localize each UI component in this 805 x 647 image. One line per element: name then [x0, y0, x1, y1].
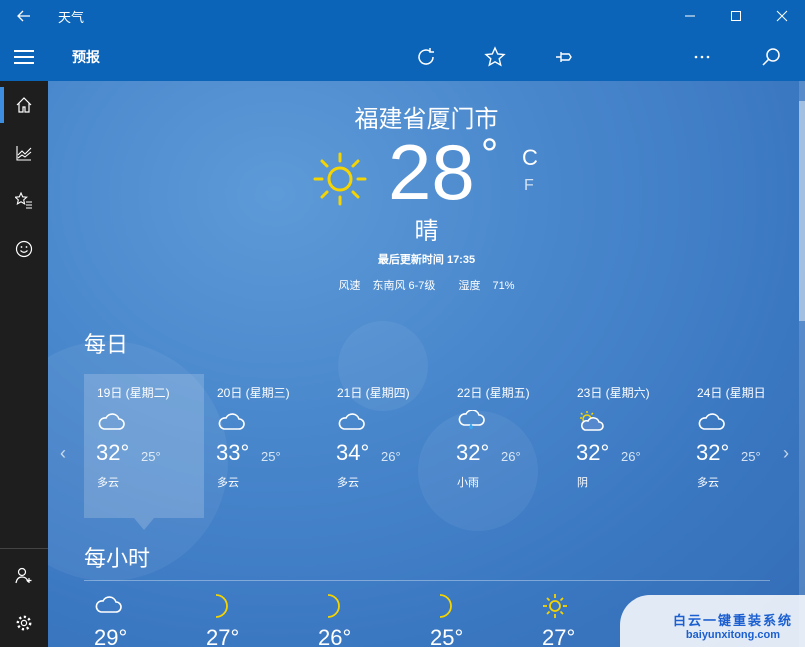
day-low-temp: 26° — [501, 449, 521, 464]
daily-title: 每日 — [84, 332, 129, 357]
favorites-icon — [15, 192, 32, 209]
sidebar-item-account[interactable] — [0, 551, 48, 599]
daily-card[interactable]: 20日 (星期三) 33° 25° 多云 — [204, 374, 324, 518]
day-high-temp: 34° — [336, 440, 370, 465]
unit-celsius[interactable]: C — [522, 145, 538, 171]
maximize-button[interactable] — [713, 0, 759, 32]
day-low-temp: 26° — [381, 449, 401, 464]
day-date: 19日 (星期二) — [97, 386, 170, 400]
humidity-label: 湿度 — [458, 280, 481, 292]
cloudy-icon — [97, 410, 125, 437]
more-icon[interactable] — [667, 32, 736, 81]
day-low-temp: 25° — [261, 449, 281, 464]
day-condition: 多云 — [97, 477, 119, 489]
divider — [84, 580, 770, 581]
day-condition: 多云 — [217, 477, 239, 489]
hour-temp: 29° — [94, 625, 128, 647]
current-condition: 晴 — [414, 218, 439, 245]
day-high-temp: 32° — [576, 440, 610, 465]
scrollbar[interactable] — [799, 81, 805, 647]
day-low-temp: 26° — [621, 449, 641, 464]
title-bar: 天气 — [0, 0, 805, 32]
watermark: 白云一键重装系统 baiyunxitong.com — [673, 610, 793, 641]
prev-arrow-icon[interactable]: ‹ — [60, 443, 66, 464]
moon-icon — [206, 593, 234, 624]
last-updated: 最后更新时间 17:35 — [377, 254, 476, 266]
daily-card[interactable]: 19日 (星期二) 32° 25° 多云 — [84, 374, 204, 530]
moon-icon — [430, 593, 458, 624]
smiley-icon — [15, 240, 33, 258]
close-button[interactable] — [759, 0, 805, 32]
back-arrow-icon[interactable] — [0, 0, 48, 32]
day-date: 24日 (星期日 — [697, 386, 766, 400]
hamburger-menu-icon[interactable] — [0, 32, 48, 81]
watermark-url: baiyunxitong.com — [685, 629, 781, 641]
day-high-temp: 32° — [96, 440, 130, 465]
sidebar-item-home[interactable] — [0, 81, 48, 129]
hour-temp: 27° — [206, 625, 240, 647]
settings-icon — [16, 615, 32, 631]
day-date: 22日 (星期五) — [457, 386, 530, 400]
day-low-temp: 25° — [141, 449, 161, 464]
day-condition: 小雨 — [457, 477, 479, 489]
day-condition: 多云 — [337, 477, 359, 489]
sidebar-item-favorites[interactable] — [0, 177, 48, 225]
watermark-text: 白云一键重装系统 — [672, 613, 793, 628]
hour-temp: 26° — [318, 625, 352, 647]
day-condition: 多云 — [697, 477, 719, 489]
sidebar-item-lifestyle[interactable] — [0, 225, 48, 273]
sidebar-item-chart[interactable] — [0, 129, 48, 177]
add-user-icon — [15, 567, 32, 584]
hourly-title: 每小时 — [84, 546, 151, 571]
day-high-temp: 33° — [216, 440, 250, 465]
star-icon[interactable] — [460, 32, 529, 81]
search-icon[interactable] — [736, 32, 805, 81]
daily-card[interactable]: 24日 (星期日 32° 25° 多云 — [684, 374, 804, 518]
unit-fahrenheit[interactable]: F — [524, 177, 534, 195]
minimize-button[interactable] — [667, 0, 713, 32]
chart-icon — [16, 146, 32, 161]
sidebar — [0, 81, 48, 647]
day-date: 21日 (星期四) — [337, 386, 410, 400]
wind-label: 风速 — [338, 280, 361, 292]
day-low-temp: 25° — [741, 449, 761, 464]
day-high-temp: 32° — [696, 440, 730, 465]
page-title: 预报 — [72, 48, 100, 65]
app-bar: 预报 — [0, 32, 805, 81]
day-date: 23日 (星期六) — [577, 386, 650, 400]
cloudy-icon — [217, 410, 245, 437]
current-temperature: 28 ° — [388, 128, 499, 216]
day-condition: 阴 — [577, 477, 588, 489]
sun-icon — [542, 593, 570, 624]
hour-temp: 27° — [542, 625, 576, 647]
window-title: 天气 — [58, 9, 85, 25]
main-content: 福建省厦门市 28 ° C F 晴 最后更新时间 17:35 风速 东南风 6-7级… — [48, 81, 805, 647]
sun-icon — [312, 151, 368, 212]
weather-details: 风速 东南风 6-7级 湿度 71% — [48, 277, 805, 293]
daily-card[interactable]: 23日 (星期六) 32° 26° 阴 — [564, 374, 684, 518]
light-rain-icon — [457, 409, 485, 437]
overcast-icon — [577, 410, 605, 437]
day-high-temp: 32° — [456, 440, 490, 465]
moon-icon[interactable] — [598, 32, 667, 81]
pin-icon[interactable] — [529, 32, 598, 81]
moon-icon — [318, 593, 346, 624]
cloudy-icon — [697, 410, 725, 437]
daily-card[interactable]: 22日 (星期五) 32° 26° 小雨 — [444, 374, 564, 518]
sidebar-item-settings[interactable] — [0, 599, 48, 647]
cloudy-icon — [94, 593, 122, 620]
daily-card[interactable]: 21日 (星期四) 34° 26° 多云 — [324, 374, 444, 518]
humidity-value: 71% — [492, 280, 515, 292]
wind-value: 东南风 6-7级 — [372, 280, 436, 292]
day-date: 20日 (星期三) — [217, 386, 290, 400]
refresh-icon[interactable] — [391, 32, 460, 81]
home-icon — [16, 97, 32, 113]
hour-temp: 25° — [430, 625, 464, 647]
cloudy-icon — [337, 410, 365, 437]
